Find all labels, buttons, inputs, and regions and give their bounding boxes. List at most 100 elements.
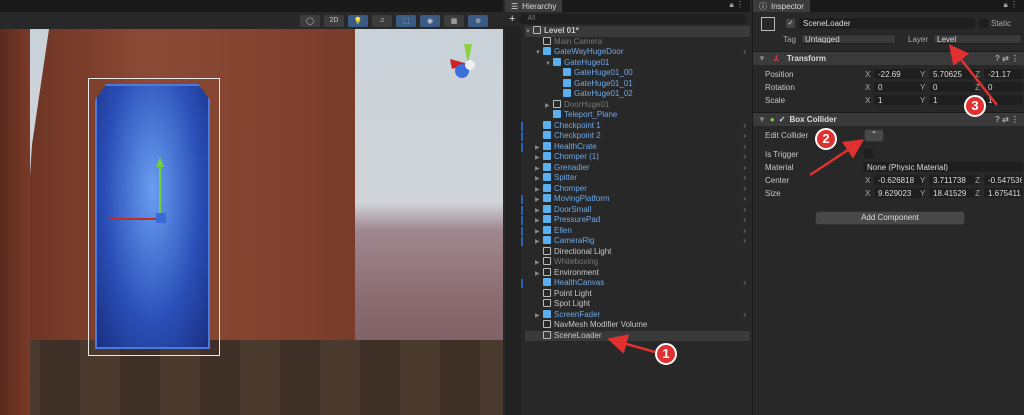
scene-tool-button[interactable]: 💡 — [348, 14, 368, 27]
chevron-right-icon[interactable]: › — [743, 47, 746, 58]
hierarchy-item[interactable]: ▶ PressurePad › — [521, 215, 750, 226]
scene-viewport[interactable] — [0, 29, 503, 415]
chevron-right-icon[interactable]: › — [743, 121, 746, 132]
prefab-icon — [553, 110, 561, 118]
scene-tool-button[interactable]: ♫ — [372, 14, 392, 27]
hierarchy-item-label: Checkpoint 1 — [554, 120, 601, 130]
lock-icon[interactable]: 🔒︎ ⋮ — [730, 0, 750, 12]
hierarchy-item[interactable]: Main Camera — [525, 36, 750, 48]
vector-field-x[interactable]: -0.626818 — [874, 175, 924, 185]
hierarchy-item[interactable]: NavMesh Modifier Volume — [525, 320, 750, 331]
chevron-right-icon[interactable]: › — [743, 310, 746, 321]
hierarchy-item[interactable]: HealthCanvas › — [521, 278, 750, 289]
search-input[interactable]: All — [519, 14, 746, 24]
box-collider-header[interactable]: ▼ ● ✓ Box Collider? ⇄ ⋮ — [753, 112, 1024, 126]
hierarchy-item[interactable]: ▶ Grenadier › — [525, 162, 750, 174]
scene-view[interactable]: ◯ 2D 💡 ♫ ⬚ ◉ ▦ ⊕ — [0, 0, 503, 415]
vector-field-z[interactable]: 0 — [984, 82, 1023, 92]
hierarchy-item[interactable]: ▶ Ellen › — [521, 225, 750, 237]
chevron-right-icon[interactable]: › — [743, 205, 746, 216]
transform-header[interactable]: ▼ ⅄ Transform? ⇄ ⋮ — [753, 51, 1024, 65]
vector-field-y[interactable]: 18.41529 — [929, 188, 979, 198]
vector-field-x[interactable]: -22.69 — [874, 69, 924, 79]
layer-dropdown[interactable]: Level — [933, 34, 1022, 44]
chevron-right-icon[interactable]: › — [743, 184, 746, 195]
vector-field-z[interactable]: -21.17 — [984, 69, 1023, 79]
enabled-checkbox[interactable]: ✓ — [779, 115, 786, 124]
vector-field-z[interactable]: 1 — [984, 95, 1023, 105]
tab-hierarchy[interactable]: ☰ Hierarchy — [505, 0, 563, 12]
vector-field-z[interactable]: 1.675411 — [984, 188, 1023, 198]
scene-tool-button[interactable]: ▦ — [444, 14, 464, 27]
hierarchy-item[interactable]: ▶ Chomper › — [525, 183, 750, 195]
hierarchy-item[interactable]: GateHuge01_00 — [525, 68, 750, 79]
chevron-right-icon[interactable]: › — [743, 226, 746, 237]
hierarchy-item[interactable]: SceneLoader — [525, 330, 750, 341]
hierarchy-item[interactable]: Directional Light — [525, 246, 750, 258]
active-checkbox[interactable]: ✓ — [786, 19, 795, 28]
component-menu-icon[interactable]: ? ⇄ ⋮ — [995, 54, 1019, 63]
scene-tool-button[interactable]: ⬚ — [396, 14, 416, 27]
chevron-right-icon[interactable]: › — [743, 142, 746, 153]
hierarchy-item-label: Grenadier — [554, 162, 590, 172]
hierarchy-item-label: Teleport_Plane — [564, 110, 618, 119]
hierarchy-item[interactable]: GateHuge01_01 — [525, 78, 750, 90]
chevron-right-icon[interactable]: › — [743, 194, 746, 205]
hierarchy-item[interactable]: Spot Light — [525, 299, 750, 310]
vector-field-x[interactable]: 9.629023 — [874, 188, 924, 198]
vector-field-y[interactable]: 0 — [929, 82, 979, 92]
hierarchy-item[interactable]: ▼ GateHuge01 — [525, 57, 750, 69]
orientation-gizmo[interactable] — [448, 39, 498, 89]
lock-icon[interactable]: 🔒︎ ⋮ — [1004, 0, 1024, 12]
hierarchy-item-label: DoorHuge01 — [564, 99, 610, 109]
edit-collider-button[interactable]: ⌃ — [864, 129, 884, 142]
hierarchy-item[interactable]: ▶ DoorHuge01 — [525, 99, 750, 111]
visibility-gutter[interactable] — [505, 26, 521, 415]
hierarchy-item[interactable]: ▶ HealthCrate › — [521, 141, 750, 153]
chevron-right-icon[interactable]: › — [743, 236, 746, 247]
is-trigger-checkbox[interactable] — [864, 149, 873, 158]
tag-dropdown[interactable]: Untagged — [801, 34, 896, 44]
move-gizmo[interactable] — [100, 149, 200, 249]
static-checkbox[interactable] — [979, 19, 988, 28]
chevron-right-icon[interactable]: › — [743, 173, 746, 184]
component-menu-icon[interactable]: ? ⇄ ⋮ — [995, 115, 1019, 124]
hierarchy-item[interactable]: ▼ Level 01* — [525, 26, 750, 37]
hierarchy-item-label: HealthCanvas — [554, 278, 605, 287]
vector-field-y[interactable]: 3.711738 — [929, 175, 979, 185]
hierarchy-item[interactable]: ▶ ScreenFader › — [525, 309, 750, 321]
chevron-right-icon[interactable]: › — [743, 152, 746, 163]
hierarchy-item[interactable]: ▶ Chomper (1) › — [525, 152, 750, 163]
scene-tool-button[interactable]: ◯ — [300, 14, 320, 27]
hierarchy-item[interactable]: ▶ Spitter › — [525, 173, 750, 184]
scene-tool-button[interactable]: 2D — [324, 14, 344, 27]
material-field[interactable]: None (Physic Material) — [863, 162, 1023, 172]
vector-field-x[interactable]: 1 — [874, 95, 924, 105]
hierarchy-item[interactable]: Checkpoint 2 › — [521, 131, 750, 142]
vector-field-y[interactable]: 5.70625 — [929, 69, 979, 79]
scene-tool-button[interactable]: ⊕ — [468, 14, 488, 27]
chevron-right-icon[interactable]: › — [743, 215, 746, 226]
chevron-right-icon[interactable]: › — [743, 278, 746, 289]
hierarchy-item[interactable]: ▶ CameraRig › — [521, 236, 750, 247]
hierarchy-item[interactable]: Point Light — [525, 288, 750, 300]
hierarchy-item-label: Whiteboxing — [554, 257, 599, 266]
hierarchy-item[interactable]: ▶ DoorSmall › — [521, 204, 750, 216]
add-component-button[interactable]: Add Component — [815, 211, 965, 225]
hierarchy-item[interactable]: ▶ Environment — [525, 267, 750, 279]
scene-tool-button[interactable]: ◉ — [420, 14, 440, 27]
hierarchy-item[interactable]: GateHuge01_02 — [525, 89, 750, 100]
name-field[interactable]: SceneLoader — [799, 18, 975, 29]
hierarchy-item[interactable]: Teleport_Plane — [525, 110, 750, 121]
hierarchy-item[interactable]: ▶ MovingPlatform › — [521, 194, 750, 205]
chevron-right-icon[interactable]: › — [743, 163, 746, 174]
hierarchy-item[interactable]: Checkpoint 1 › — [521, 120, 750, 132]
hierarchy-item[interactable]: ▼ GateWayHugeDoor › — [525, 47, 750, 58]
add-button[interactable]: + — [509, 13, 515, 25]
hierarchy-item-label: GateHuge01_01 — [574, 78, 633, 88]
vector-field-z[interactable]: -0.547536 — [984, 175, 1023, 185]
hierarchy-item[interactable]: ▶ Whiteboxing — [525, 257, 750, 268]
tab-inspector[interactable]: ⓘ Inspector — [753, 0, 810, 12]
chevron-right-icon[interactable]: › — [743, 131, 746, 142]
vector-field-x[interactable]: 0 — [874, 82, 924, 92]
